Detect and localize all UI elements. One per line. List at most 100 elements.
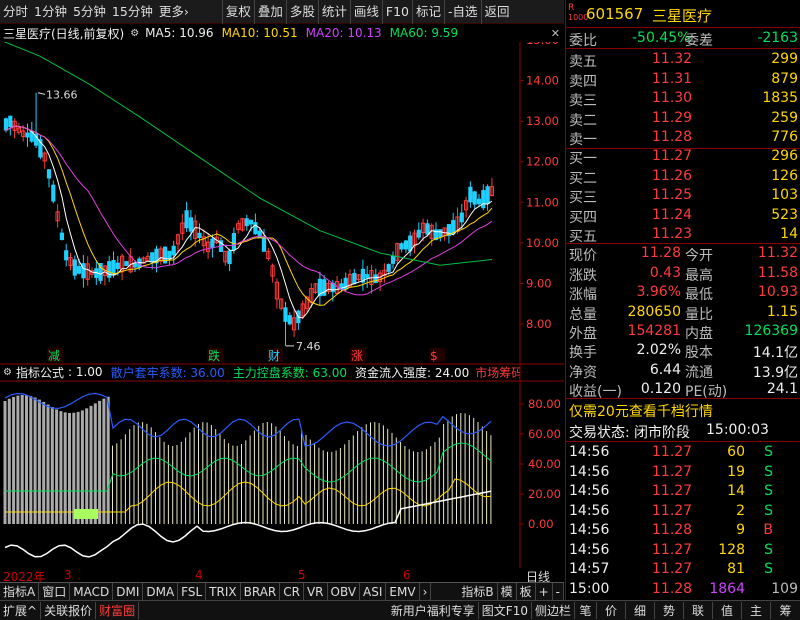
quote-value: 126369 [744,323,798,340]
sidebar-button[interactable]: 侧边栏 [532,602,575,619]
bid-volume: 523 [771,206,798,223]
tab-detail[interactable]: 细 [626,602,655,619]
new-user-welfare-link[interactable]: 新用户福利专享 [388,602,479,619]
bid-volume: 103 [771,187,798,204]
candle-body [403,240,408,250]
quote-value: 3.96% [636,284,681,301]
back-button[interactable]: 返回 [480,0,513,24]
expand-button[interactable]: 扩展^ [0,602,42,619]
period-5min-button[interactable]: 5分钟 [70,0,109,24]
kline-chart[interactable]: 15.00 14.00 13.00 12.00 11.00 10.00 9.00 8.00 80… [0,42,564,568]
bid-label: 买三 [569,190,597,207]
f10-button[interactable]: F10 [381,0,412,24]
overlay-button[interactable]: 叠加 [253,0,286,24]
divider [566,48,800,49]
tab-chips[interactable]: 筹 [771,602,800,619]
indicator-name[interactable]: 指标公式 [16,364,64,381]
marker-drop: 跌 [208,348,220,363]
ask-volume: 259 [771,109,798,126]
tick-price: 11.27 [652,444,693,460]
bid-price: 11.24 [652,206,693,223]
price-tick-label: 15.00 [526,42,559,47]
remove-watchlist-button[interactable]: -自选 [444,0,481,24]
marker-rise: 涨 [351,348,363,363]
tab-brar[interactable]: BRAR [241,582,281,601]
tick-time: 14:56 [569,483,610,499]
tick-time: 14:56 [569,444,610,460]
tick-volume: 9 [736,522,745,538]
quote-label: 涨跌 [569,267,597,284]
tab-board[interactable]: 板 [517,582,536,601]
adjust-button[interactable]: 复权 [221,0,254,24]
related-quotes-button[interactable]: 关联报价 [41,602,97,619]
tab-cr[interactable]: CR [280,582,304,601]
candle-body [59,232,64,241]
bid-price: 11.26 [652,167,693,184]
add-window-button[interactable]: + [536,582,553,601]
period-1min-button[interactable]: 1分钟 [31,0,70,24]
bid-volume: 14 [780,226,798,243]
tab-fsl[interactable]: FSL [178,582,207,601]
high-price-annotation: 13.66 [46,88,78,101]
tab-vr[interactable]: VR [304,582,328,601]
tab-more[interactable]: › [420,582,432,601]
tab-obv[interactable]: OBV [328,582,361,601]
tab-trend[interactable]: 势 [655,602,684,619]
indicator-tick-label: 0.00 [528,517,554,531]
tick-side: 109 [771,580,798,597]
chart-info-bar: 三星医疗(日线,前复权) ⚙ MA5: 10.96 MA10: 10.51 MA… [0,24,564,42]
period-15min-button[interactable]: 15分钟 [109,0,156,24]
indicator-settings-icon[interactable]: ⚙ [3,367,12,378]
tab-indicator-b[interactable]: 指标B [458,582,498,601]
remove-window-button[interactable]: - [553,582,564,601]
price-tick-label: 14.00 [526,74,559,88]
period-more-button[interactable]: 更多› [156,0,192,24]
ma5-label: MA5: 10.96 [145,26,214,40]
statistics-button[interactable]: 统计 [317,0,350,24]
multi-stock-button[interactable]: 多股 [285,0,318,24]
tab-trix[interactable]: TRIX [206,582,241,601]
top-toolbar: 分时 1分钟 5分钟 15分钟 更多› 复权 叠加 多股 统计 画线 F10 标… [0,0,564,24]
indicator-layer [3,392,492,558]
ask-row: 卖一 11.28 776 [566,128,800,148]
tick-side: S [764,463,773,480]
tab-indicator-a[interactable]: 指标A [0,582,40,601]
tab-price[interactable]: 价 [597,602,626,619]
close-chart-icon[interactable]: ✕ [551,27,560,40]
tick-side: S [764,502,773,519]
ask-row: 卖三 11.30 1835 [566,89,800,109]
tab-window[interactable]: 窗口 [39,582,71,601]
mark-button[interactable]: 标记 [412,0,444,24]
tab-template[interactable]: 模 [498,582,517,601]
chart-title[interactable]: 三星医疗(日线,前复权) [3,25,124,42]
ask-volume: 776 [771,129,798,146]
tab-ticks[interactable]: 笔 [575,602,597,619]
tab-link[interactable]: 联 [684,602,713,619]
tab-emv[interactable]: EMV [386,582,420,601]
ask-label: 卖二 [569,112,597,129]
candle-body [416,229,421,238]
candle-body [8,115,13,128]
ask-label: 卖五 [569,54,597,70]
candle-body [64,250,69,261]
candle-body [150,252,155,263]
draw-line-button[interactable]: 画线 [349,0,382,24]
promo-text[interactable]: 仅需20元查看千档行情 [569,401,713,421]
tab-dma[interactable]: DMA [143,582,179,601]
bid-row: 买一 11.27 296 [566,147,800,167]
promo-row[interactable]: 仅需20元查看千档行情 [566,400,800,420]
tab-macd[interactable]: MACD [70,582,114,601]
tick-row: 14:56 11.27 128 S [566,541,800,561]
settings-icon[interactable]: ⚙ [130,28,139,39]
tab-main[interactable]: 主 [742,602,771,619]
tab-dmi[interactable]: DMI [113,582,144,601]
tick-time: 14:56 [569,522,610,538]
bid-label: 买二 [569,170,597,187]
tab-asi[interactable]: ASI [360,582,387,601]
period-intraday-button[interactable]: 分时 [0,0,31,24]
graphic-f10-button[interactable]: 图文F10 [479,602,532,619]
tab-value[interactable]: 值 [713,602,742,619]
candle-body [476,198,482,205]
quote-label: 涨幅 [569,287,597,304]
wealth-circle-button[interactable]: 财富圈 [96,602,140,619]
